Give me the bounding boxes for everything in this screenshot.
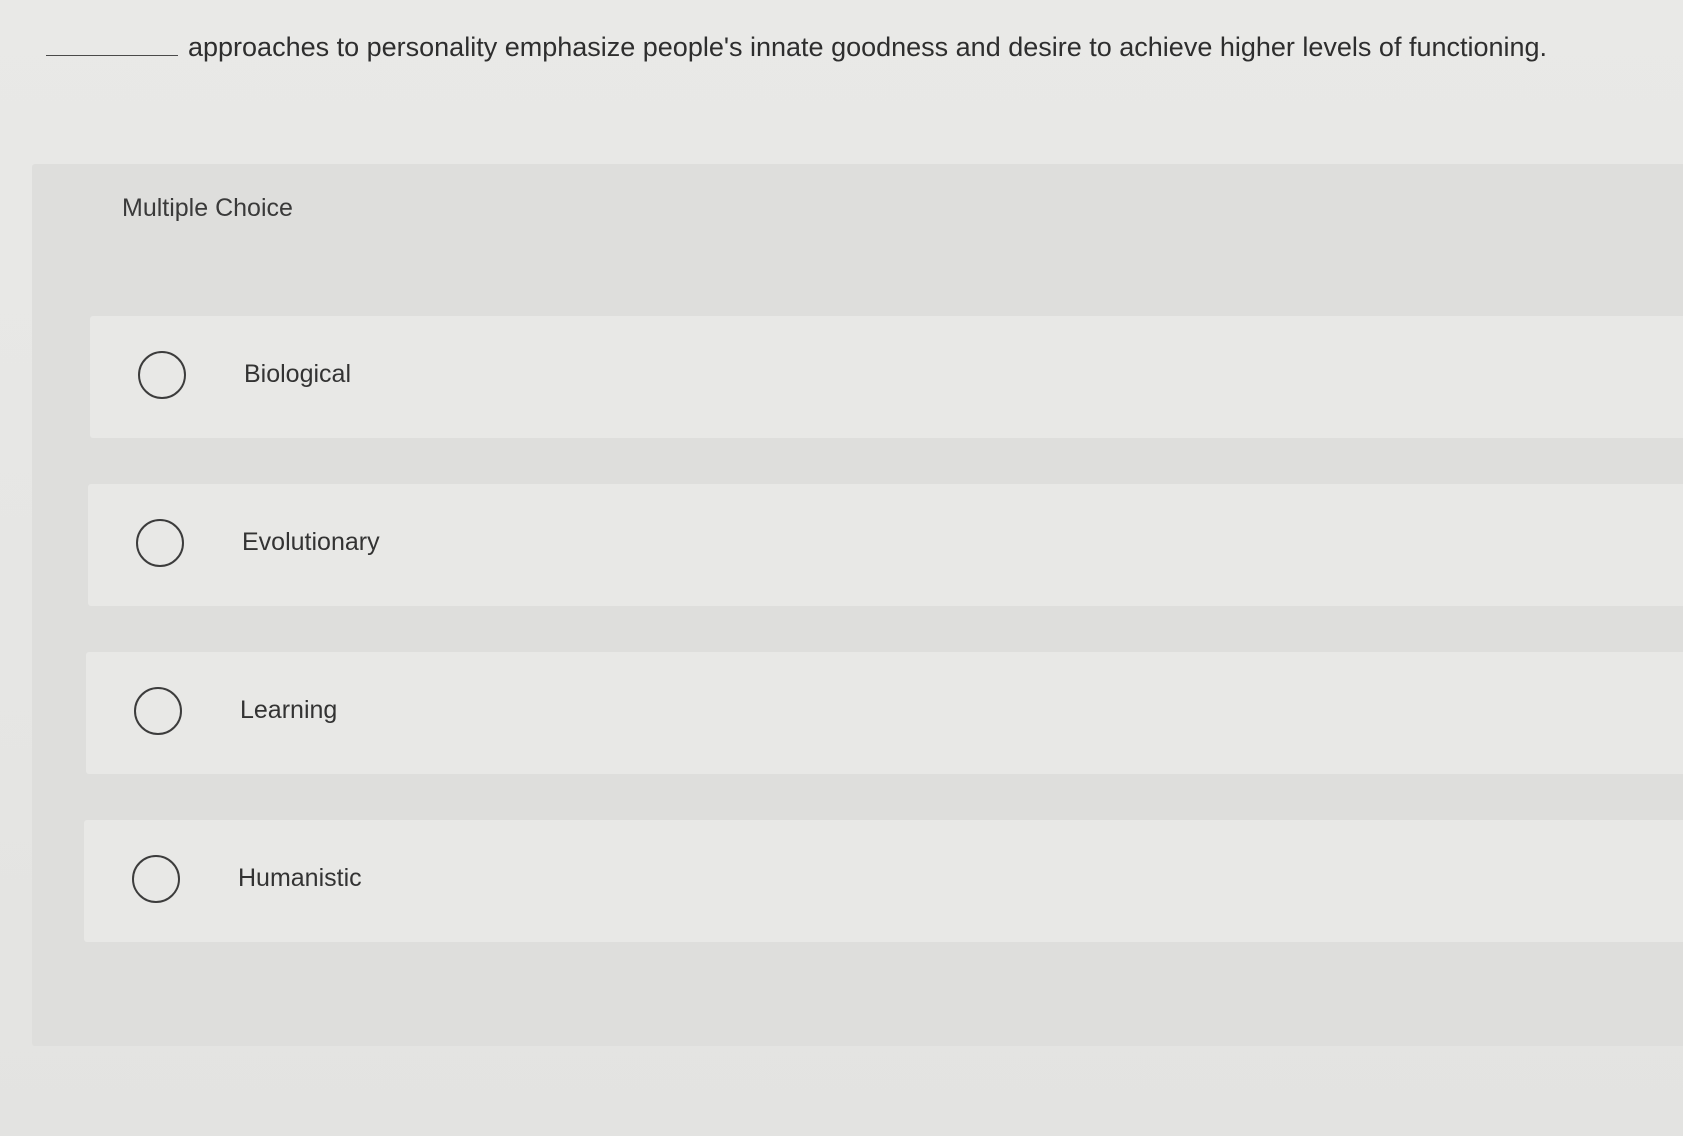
radio-button-icon[interactable] <box>132 855 180 903</box>
option-learning[interactable]: Learning <box>86 652 1683 774</box>
option-label: Evolutionary <box>242 528 380 556</box>
option-label: Humanistic <box>238 864 362 892</box>
multiple-choice-panel: Multiple Choice Biological Evolutionary … <box>32 164 1683 1046</box>
page: approaches to personality emphasize peop… <box>0 0 1683 1136</box>
radio-button-icon[interactable] <box>134 687 182 735</box>
option-humanistic[interactable]: Humanistic <box>84 820 1683 942</box>
radio-button-icon[interactable] <box>138 351 186 399</box>
multiple-choice-label: Multiple Choice <box>122 194 293 222</box>
option-biological[interactable]: Biological <box>90 316 1683 438</box>
option-label: Learning <box>240 696 338 724</box>
option-label: Biological <box>244 360 352 388</box>
question-text-container: approaches to personality emphasize peop… <box>46 22 1676 72</box>
fill-in-blank <box>46 54 178 56</box>
option-evolutionary[interactable]: Evolutionary <box>88 484 1683 606</box>
radio-button-icon[interactable] <box>136 519 184 567</box>
question-text: approaches to personality emphasize peop… <box>188 32 1548 62</box>
